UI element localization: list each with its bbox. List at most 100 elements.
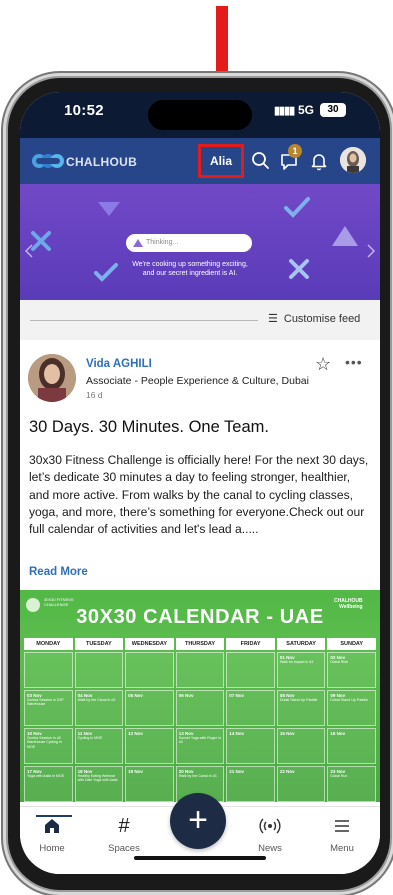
active-tab-indicator xyxy=(36,815,72,817)
calendar-day-header: THURSDAY xyxy=(175,638,225,650)
battery-icon: 30 xyxy=(320,103,346,117)
banner-message-line2: and our secret ingredient is AI. xyxy=(142,270,238,277)
read-more-link[interactable]: Read More xyxy=(29,566,88,578)
status-bar: 10:52 ▮▮▮▮ 5G 30 xyxy=(20,92,380,138)
calendar-cell: 12 Nov xyxy=(125,728,174,764)
status-time: 10:52 xyxy=(64,102,104,119)
calendar-cell-activity: Walk for impact in d3 xyxy=(279,660,314,664)
calendar-cell xyxy=(74,652,124,688)
alia-ai-button[interactable]: Alia xyxy=(198,144,244,178)
network-label: 5G xyxy=(298,103,315,117)
calendar-cell: 23 Nov Dubai Run xyxy=(327,766,376,802)
calendar-cell: 22 Nov xyxy=(276,766,326,802)
post-author[interactable]: Vida AGHILI xyxy=(86,358,152,370)
nav-spaces-label: Spaces xyxy=(108,843,140,854)
calendar-day-header: FRIDAY xyxy=(226,638,275,650)
more-options-icon[interactable]: ••• xyxy=(345,354,363,370)
calendar-cell-date: 07 Nov xyxy=(229,693,245,698)
alia-triangle-icon xyxy=(133,239,143,247)
calendar-cell: 18 Nov Healthy Eating Webinar with Dale Y… xyxy=(74,766,124,802)
post-author-role: Associate - People Experience & Culture,… xyxy=(86,375,309,387)
post-body: 30x30 Fitness Challenge is officially he… xyxy=(29,453,369,537)
signal-icon: ▮▮▮▮ xyxy=(274,105,295,117)
alia-label: Alia xyxy=(209,154,232,168)
bell-icon[interactable] xyxy=(308,150,330,172)
calendar-cell: 08 Nov Dubai Stand Up Paddle xyxy=(276,690,326,726)
calendar-cell-date: 15 Nov xyxy=(279,731,295,736)
feed-post: Vida AGHILI Associate - People Experienc… xyxy=(20,344,380,802)
nav-home-label: Home xyxy=(39,843,65,854)
banner-message-line1: We're cooking up something exciting, xyxy=(132,261,248,268)
calendar-cell-date: 16 Nov xyxy=(330,731,346,736)
home-indicator xyxy=(134,856,266,860)
post-title: 30 Days. 30 Minutes. One Team. xyxy=(29,418,269,436)
dynamic-island xyxy=(148,100,252,130)
banner-prev-arrow-icon[interactable] xyxy=(24,244,34,258)
notification-badge: 1 xyxy=(288,144,302,158)
triangle-up-decoration-icon xyxy=(332,226,358,246)
calendar-day-header: SATURDAY xyxy=(276,638,326,650)
profile-avatar-image xyxy=(340,147,366,173)
calendar-cell: 16 Nov xyxy=(327,728,376,764)
calendar-day-header: SUNDAY xyxy=(327,638,376,650)
calendar-cell-activity: Yoga with Aalia in MOE xyxy=(27,774,65,778)
calendar-cell: 14 Nov xyxy=(226,728,275,764)
calendar-cell-activity: Zumba Session in d3 Warehouse Cycling in… xyxy=(27,736,62,749)
filter-icon: ☰ xyxy=(268,313,278,325)
author-avatar-image xyxy=(28,354,76,402)
calendar-cell-date: 21 Nov xyxy=(229,769,245,774)
nav-menu[interactable]: Menu xyxy=(314,815,370,854)
calendar-cell: 07 Nov xyxy=(226,690,275,726)
calendar-cell xyxy=(226,652,275,688)
banner-message: We're cooking up something exciting, and… xyxy=(110,260,270,278)
post-age: 16 d xyxy=(86,390,103,400)
divider xyxy=(30,320,258,321)
brand-name: CHALHOUB xyxy=(66,155,138,169)
calendar-day-header: TUESDAY xyxy=(74,638,124,650)
ai-banner[interactable]: Thinking... We're cooking up something e… xyxy=(20,184,380,300)
post-image-calendar[interactable]: 30X30 FITNESS CHALLENGE CHALHOUB Wellbei… xyxy=(20,590,380,802)
thinking-label: Thinking... xyxy=(146,239,179,246)
home-icon xyxy=(45,819,59,833)
nav-home[interactable]: Home xyxy=(24,815,80,854)
create-post-button[interactable]: + xyxy=(170,793,226,849)
nav-spaces[interactable]: # Spaces xyxy=(96,815,152,854)
calendar-cell-date: 12 Nov xyxy=(128,731,143,736)
calendar-cell: 21 Nov xyxy=(226,766,275,802)
calendar-cell: 03 Nov Zumba Session in D3P Warehouse xyxy=(24,690,73,726)
calendar-cell-activity: Sunset Yoga with Roger in d3 xyxy=(178,736,221,745)
calendar-title: 30X30 CALENDAR - UAE xyxy=(76,606,324,628)
nav-menu-label: Menu xyxy=(330,843,354,854)
calendar-cell: 13 Nov Sunset Yoga with Roger in d3 xyxy=(175,728,225,764)
calendar-cell-date: 06 Nov xyxy=(178,693,194,698)
nav-news-label: News xyxy=(258,843,282,854)
calendar-cell xyxy=(24,652,73,688)
x-decoration-icon xyxy=(289,259,309,279)
customise-feed-button[interactable]: ☰ Customise feed xyxy=(268,312,360,325)
nav-news[interactable]: News xyxy=(242,815,298,854)
calendar-cell-activity: Walk by the Canal in d3 xyxy=(178,774,217,778)
calendar-day-header: MONDAY xyxy=(24,638,73,650)
calendar-cell: 04 Nov Walk by the Canal in d3 xyxy=(74,690,124,726)
plus-icon: + xyxy=(188,801,208,839)
calendar-cell-activity: Dubai Stand Up Paddle xyxy=(279,698,318,702)
search-icon[interactable] xyxy=(250,150,272,172)
author-avatar[interactable] xyxy=(28,354,76,402)
calendar-cell xyxy=(175,652,225,688)
calendar-cell-activity: Dubai Stand Up Paddle xyxy=(330,698,368,702)
hashtag-icon: # xyxy=(118,815,130,837)
calendar-day-header: WEDNESDAY xyxy=(125,638,174,650)
profile-avatar[interactable] xyxy=(340,147,366,173)
calendar-cell-activity: Zumba Session in D3P Warehouse xyxy=(27,698,64,707)
bottom-navigation: Home # Spaces + News Menu xyxy=(20,793,380,874)
calendar-cell-activity: Healthy Eating Webinar with Dale Yoga wi… xyxy=(77,774,118,783)
calendar-cell-activity: Walk by the Canal in d3 xyxy=(77,698,116,702)
calendar-cell-date: 22 Nov xyxy=(279,769,295,774)
calendar-cell: 01 Nov Walk for impact in d3 xyxy=(276,652,326,688)
banner-next-arrow-icon[interactable] xyxy=(366,244,376,258)
customise-feed-label: Customise feed xyxy=(283,313,361,325)
thinking-indicator: Thinking... xyxy=(126,234,252,252)
star-icon[interactable]: ☆ xyxy=(315,354,331,375)
triangle-decoration-icon xyxy=(98,202,120,216)
calendar-cell-date: 19 Nov xyxy=(128,769,143,774)
